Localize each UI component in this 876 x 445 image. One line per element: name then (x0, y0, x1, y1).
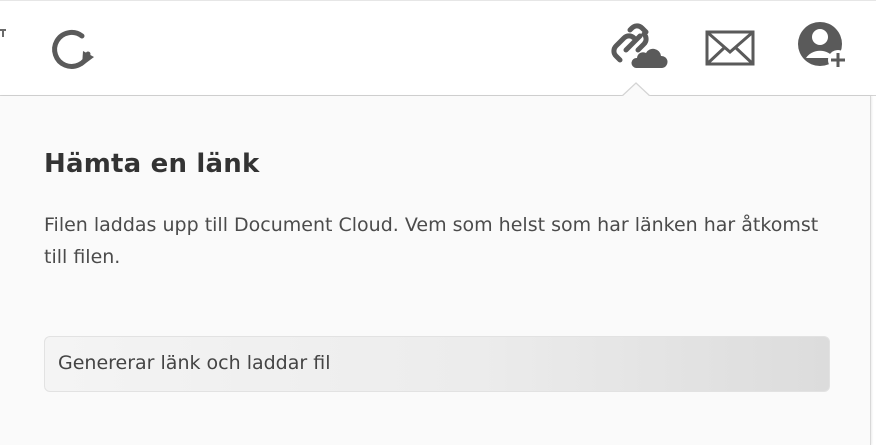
link-cloud-icon (611, 23, 668, 68)
add-user-icon (798, 22, 848, 70)
email-button[interactable] (700, 22, 760, 72)
link-status-text: Genererar länk och laddar fil (58, 352, 331, 374)
refresh-icon (52, 30, 94, 69)
refresh-button[interactable] (44, 22, 100, 72)
panel-pointer (620, 82, 652, 98)
toolbar (0, 0, 876, 96)
panel-title: Hämta en länk (44, 149, 260, 179)
toolbar-top-border (0, 0, 876, 1)
panel-description: Filen laddas upp till Document Cloud. Ve… (44, 214, 819, 268)
add-user-button[interactable] (794, 18, 854, 74)
link-status-bar: Genererar länk och laddar fil (44, 336, 830, 392)
get-link-button[interactable] (606, 20, 668, 74)
partial-icon (0, 29, 6, 37)
mail-icon (705, 30, 755, 66)
